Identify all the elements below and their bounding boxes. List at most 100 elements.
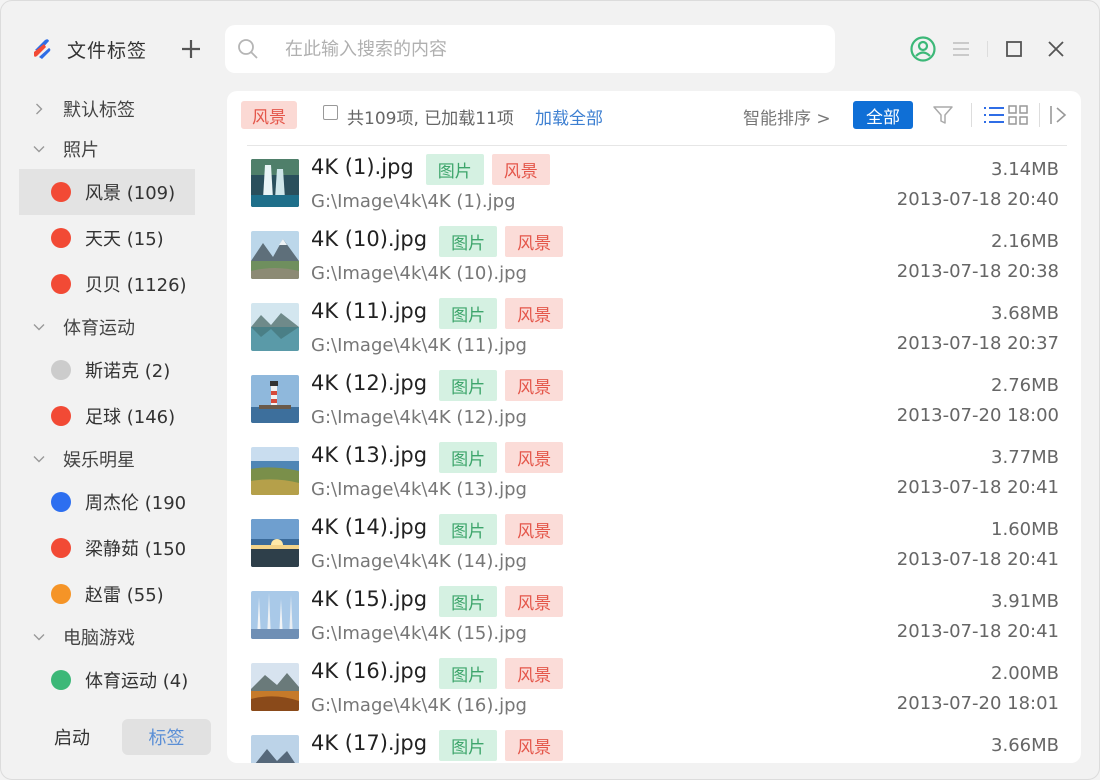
- file-tag-badge[interactable]: 图片: [439, 370, 498, 401]
- grid-view-button[interactable]: [1007, 102, 1029, 128]
- collapse-panel-button[interactable]: [1047, 102, 1069, 128]
- file-name: 4K (1).jpg: [311, 155, 414, 179]
- current-tag-badge[interactable]: 风景: [241, 101, 297, 129]
- sidebar-tag-item[interactable]: 梁静茹 (150: [19, 525, 219, 571]
- sidebar-tag-item[interactable]: 周杰伦 (190: [19, 479, 219, 525]
- controls-divider: [987, 41, 988, 57]
- search-box: [225, 25, 835, 73]
- main-panel: 风景 共109项, 已加载11项 加载全部 智能排序 > 全部 4K (1).j…: [227, 91, 1081, 763]
- sidebar-tag-label: 赵雷 (55): [85, 585, 164, 606]
- file-list: 4K (1).jpg 图片 风景 G:\Image\4k\4K (1).jpg 3.14…: [227, 153, 1081, 763]
- tab-start[interactable]: 启动: [27, 719, 117, 755]
- file-tag-badge[interactable]: 图片: [439, 298, 498, 329]
- file-path: G:\Image\4k\4K (11).jpg: [311, 335, 527, 356]
- file-thumbnail: [251, 447, 299, 495]
- chevron-down-icon: [19, 631, 49, 643]
- file-row[interactable]: 4K (15).jpg 图片 风景 G:\Image\4k\4K (15).jpg 3.…: [227, 585, 1081, 657]
- file-tag-badge[interactable]: 图片: [439, 226, 498, 257]
- sidebar-tag-item[interactable]: 体育运动 (4): [19, 657, 219, 699]
- file-path: G:\Image\4k\4K (15).jpg: [311, 623, 527, 644]
- sidebar-tag-label: 风景 (109): [85, 183, 176, 204]
- file-thumbnail: [251, 519, 299, 567]
- sidebar-tag-item[interactable]: 天天 (15): [19, 215, 219, 261]
- list-view-button[interactable]: [983, 102, 1005, 128]
- user-button[interactable]: [909, 36, 937, 62]
- filter-button[interactable]: [931, 102, 955, 128]
- file-tag-badge[interactable]: 风景: [505, 298, 564, 329]
- file-tag-badges: 图片 风景: [439, 514, 571, 545]
- file-row[interactable]: 4K (16).jpg 图片 风景 G:\Image\4k\4K (16).jpg 2.…: [227, 657, 1081, 729]
- file-tag-badges: 图片 风景: [439, 298, 571, 329]
- tag-color-dot: [51, 584, 71, 604]
- tab-tags[interactable]: 标签: [122, 719, 211, 755]
- chevron-right-icon: [19, 103, 49, 115]
- sidebar-tag-item[interactable]: 斯诺克 (2): [19, 347, 219, 393]
- file-tag-badge[interactable]: 风景: [505, 586, 564, 617]
- file-tag-badges: 图片 风景: [425, 154, 558, 185]
- file-row[interactable]: 4K (12).jpg 图片 风景 G:\Image\4k\4K (12).jpg 2.…: [227, 369, 1081, 441]
- sidebar-tag-item[interactable]: 风景 (109): [19, 169, 195, 215]
- file-tag-badge[interactable]: 风景: [505, 370, 564, 401]
- file-path: G:\Image\4k\4K (10).jpg: [311, 263, 527, 284]
- file-date: 2013-07-18 20:38: [896, 261, 1059, 282]
- file-tag-badge[interactable]: 图片: [439, 586, 498, 617]
- file-size: 2.00MB: [991, 663, 1059, 684]
- chevron-down-icon: [19, 143, 49, 155]
- file-tag-badges: 图片 风景: [439, 442, 571, 473]
- file-tag-badge[interactable]: 风景: [505, 730, 564, 761]
- sidebar-group[interactable]: 体育运动: [19, 307, 219, 347]
- file-row[interactable]: 4K (1).jpg 图片 风景 G:\Image\4k\4K (1).jpg 3.14…: [227, 153, 1081, 225]
- menu-button[interactable]: [949, 39, 973, 59]
- file-thumbnail: [251, 159, 299, 207]
- user-icon: [910, 36, 936, 62]
- file-tag-badge[interactable]: 风景: [505, 514, 564, 545]
- search-icon: [238, 39, 258, 59]
- close-button[interactable]: [1046, 40, 1066, 58]
- app-logo-icon: [34, 39, 51, 59]
- file-thumbnail: [251, 591, 299, 639]
- file-tag-badge[interactable]: 图片: [439, 442, 498, 473]
- file-date: 2013-07-20 18:00: [896, 405, 1059, 426]
- sidebar-group[interactable]: 默认标签: [19, 89, 219, 129]
- sidebar-group-label: 电脑游戏: [63, 628, 135, 649]
- file-tag-badge[interactable]: 图片: [425, 154, 484, 185]
- sidebar-tag-item[interactable]: 贝贝 (1126): [19, 261, 219, 307]
- file-date: 2013-07-18 20:37: [896, 333, 1059, 354]
- tag-color-dot: [51, 492, 71, 512]
- file-tag-badge[interactable]: 风景: [505, 658, 564, 689]
- file-tag-badge[interactable]: 风景: [505, 442, 564, 473]
- sidebar-tag-item[interactable]: 赵雷 (55): [19, 571, 219, 617]
- load-all-link[interactable]: 加载全部: [535, 104, 603, 129]
- search-input[interactable]: [285, 38, 805, 60]
- collapse-panel-icon: [1050, 106, 1067, 124]
- file-size: 3.14MB: [991, 159, 1059, 180]
- sidebar-group[interactable]: 电脑游戏: [19, 617, 219, 657]
- file-size: 3.68MB: [991, 303, 1059, 324]
- tag-color-dot: [51, 274, 71, 294]
- file-path: G:\Image\4k\4K (12).jpg: [311, 407, 527, 428]
- file-row[interactable]: 4K (13).jpg 图片 风景 G:\Image\4k\4K (13).jpg 3.…: [227, 441, 1081, 513]
- file-name: 4K (15).jpg: [311, 587, 428, 611]
- file-row[interactable]: 4K (11).jpg 图片 风景 G:\Image\4k\4K (11).jpg 3.…: [227, 297, 1081, 369]
- file-name: 4K (12).jpg: [311, 371, 428, 395]
- select-all-checkbox[interactable]: [323, 105, 338, 120]
- sidebar-tag-item[interactable]: 足球 (146): [19, 393, 219, 439]
- file-tag-badge[interactable]: 风景: [505, 226, 564, 257]
- smart-sort-button[interactable]: 智能排序 >: [743, 104, 831, 129]
- file-row[interactable]: 4K (17).jpg 图片 风景 3.66MB: [227, 729, 1081, 763]
- filter-all-button[interactable]: 全部: [853, 101, 913, 129]
- sidebar-group[interactable]: 娱乐明星: [19, 439, 219, 479]
- file-tag-badge[interactable]: 风景: [491, 154, 550, 185]
- file-name: 4K (13).jpg: [311, 443, 428, 467]
- file-row[interactable]: 4K (10).jpg 图片 风景 G:\Image\4k\4K (10).jpg 2.…: [227, 225, 1081, 297]
- file-tag-badges: 图片 风景: [439, 658, 571, 689]
- file-tag-badge[interactable]: 图片: [439, 514, 498, 545]
- maximize-button[interactable]: [1004, 40, 1024, 58]
- add-tag-button[interactable]: [179, 35, 203, 63]
- file-row[interactable]: 4K (14).jpg 图片 风景 G:\Image\4k\4K (14).jpg 1.…: [227, 513, 1081, 585]
- sidebar-group[interactable]: 照片: [19, 129, 219, 169]
- file-tag-badge[interactable]: 图片: [439, 730, 498, 761]
- file-tag-badge[interactable]: 图片: [439, 658, 498, 689]
- app-title: 文件标签: [67, 39, 148, 62]
- sidebar-tag-label: 体育运动 (4): [85, 671, 189, 692]
